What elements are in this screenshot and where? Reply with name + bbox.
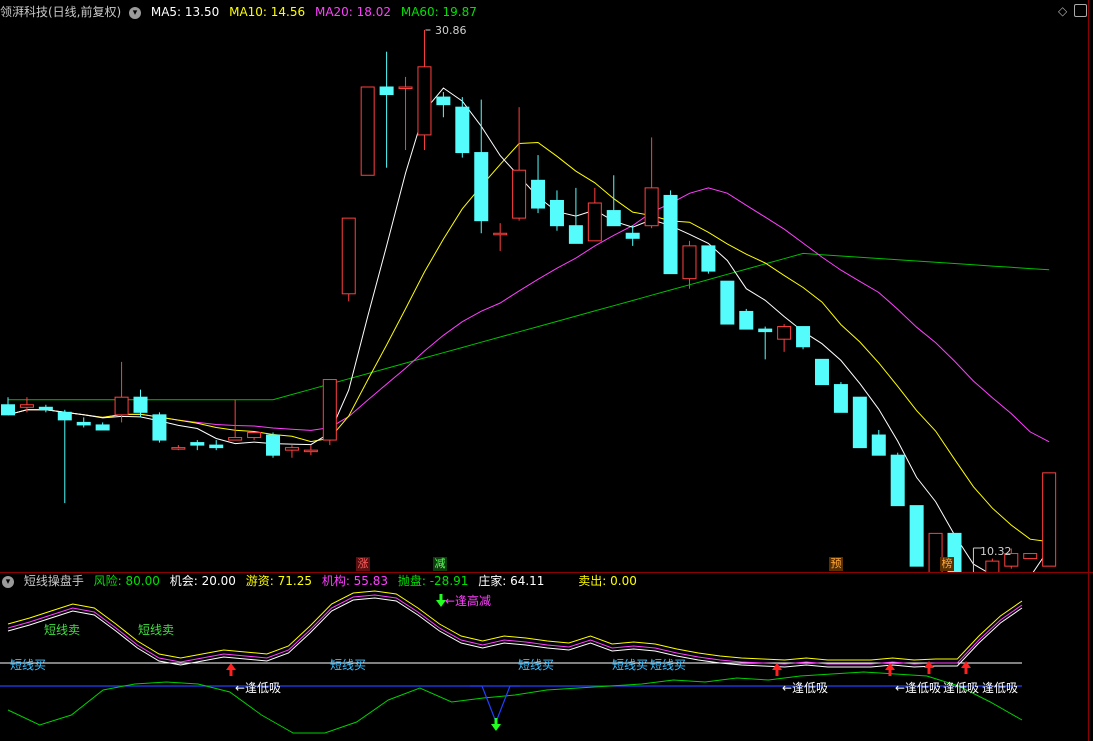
signal-short-sell: 短线卖 [138, 623, 175, 637]
signal-buy-low: ←逢低吸 [235, 681, 282, 695]
signal-short-buy: 短线买 [10, 658, 47, 672]
base-dip [470, 685, 520, 724]
signal-short-sell: 短线卖 [44, 623, 81, 637]
signal-short-buy: 短线买 [330, 658, 367, 672]
signal-buy-low: 逢低吸 [943, 681, 980, 695]
signal-buy-low: ←逢低吸 [895, 681, 942, 695]
signal-short-buy: 短线买 [612, 658, 649, 672]
sell-arrow-icon [491, 718, 501, 731]
buy-arrow-icon [226, 663, 236, 676]
signal-short-buy: 短线买 [518, 658, 555, 672]
buy-arrow-icon [772, 663, 782, 676]
signal-sell-high: ←逢高减 [445, 594, 492, 608]
signal-buy-low: ←逢低吸 [782, 681, 829, 695]
dump-line [7, 671, 1023, 734]
signal-short-buy: 短线买 [650, 658, 687, 672]
signal-buy-low: 逢低吸 [982, 681, 1019, 695]
